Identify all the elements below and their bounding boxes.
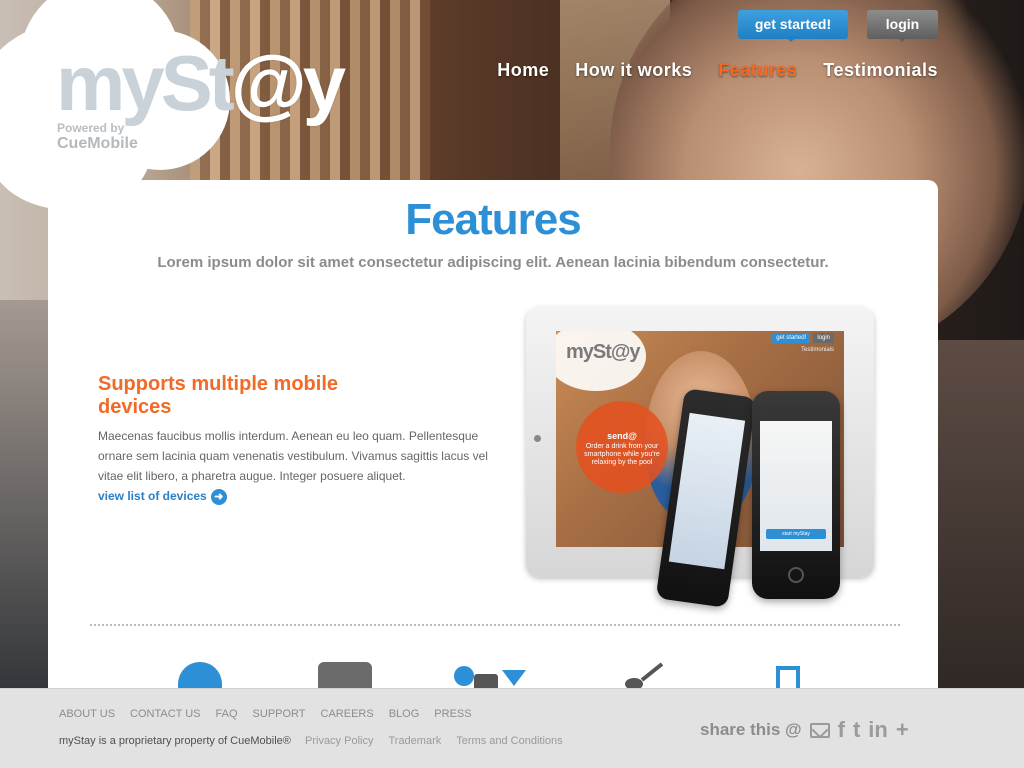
send-title: send@	[607, 431, 637, 441]
company-name: CueMobile	[57, 135, 138, 152]
android-phone-screen	[668, 412, 746, 570]
get-started-button[interactable]: get started!	[738, 10, 848, 42]
background-right-shadow	[934, 340, 1024, 700]
footer-link-press[interactable]: PRESS	[434, 708, 471, 720]
iphone-home-button	[788, 567, 804, 583]
tablet-screen-logo: mySt@y	[566, 341, 641, 363]
share-bar: share this @ f t in +	[700, 719, 909, 741]
feature-description: Maecenas faucibus mollis interdum. Aenea…	[98, 429, 488, 483]
section-divider	[90, 624, 900, 626]
terms-link[interactable]: Terms and Conditions	[456, 735, 562, 747]
footer-link-faq[interactable]: FAQ	[216, 708, 238, 720]
login-button[interactable]: login	[867, 10, 938, 42]
view-devices-label: view list of devices	[98, 489, 207, 504]
tablet-screen-login: login	[813, 333, 834, 343]
footer-link-about[interactable]: ABOUT US	[59, 708, 115, 720]
tablet-screen-get-started: get started!	[772, 333, 811, 343]
iphone-image: start myStay	[752, 391, 840, 599]
feature-heading: Supports multiple mobile devices	[98, 373, 339, 418]
nav-item-home[interactable]: Home	[497, 60, 549, 81]
facebook-icon[interactable]: f	[838, 719, 845, 741]
mail-icon[interactable]	[809, 722, 830, 738]
tablet-home-button	[534, 435, 541, 442]
nav-item-how-it-works[interactable]: How it works	[575, 60, 692, 81]
footer-link-support[interactable]: SUPPORT	[253, 708, 306, 720]
nav-item-features[interactable]: Features	[718, 60, 797, 81]
iphone-start-button: start myStay	[766, 529, 826, 539]
footer-nav: ABOUT US CONTACT US FAQ SUPPORT CAREERS …	[59, 708, 472, 720]
tablet-screen-nav: Testimonials	[800, 347, 834, 353]
page-subtitle: Lorem ipsum dolor sit amet consectetur a…	[157, 254, 829, 271]
footer-link-blog[interactable]: BLOG	[389, 708, 420, 720]
powered-by-label: Powered by	[57, 121, 125, 135]
trademark-link[interactable]: Trademark	[388, 735, 441, 747]
page-title: Features	[405, 195, 581, 244]
view-devices-link[interactable]: view list of devices ➜	[98, 489, 227, 505]
logo-wordmark: mySt@y	[56, 39, 346, 127]
privacy-policy-link[interactable]: Privacy Policy	[305, 735, 373, 747]
content-panel: Features Lorem ipsum dolor sit amet cons…	[48, 180, 938, 702]
plus-icon[interactable]: +	[896, 719, 909, 741]
tablet-send-promo: send@ Order a drink from your smartphone…	[576, 401, 668, 493]
send-text: Order a drink from your smartphone while…	[584, 443, 660, 466]
footer: ABOUT US CONTACT US FAQ SUPPORT CAREERS …	[0, 688, 1024, 768]
tablet-screen-buttons: get started! login	[769, 333, 834, 343]
footer-link-careers[interactable]: CAREERS	[321, 708, 374, 720]
twitter-icon[interactable]: t	[853, 719, 860, 741]
copyright-text: myStay is a proprietary property of CueM…	[59, 735, 291, 747]
main-nav: Home How it works Features Testimonials	[497, 60, 938, 81]
share-label: share this @	[700, 720, 802, 739]
legal-links: Privacy Policy Trademark Terms and Condi…	[305, 735, 563, 747]
footer-link-contact[interactable]: CONTACT US	[130, 708, 201, 720]
iphone-screen: start myStay	[760, 421, 832, 551]
arrow-right-icon: ➜	[210, 489, 227, 505]
nav-item-testimonials[interactable]: Testimonials	[823, 60, 938, 81]
linkedin-icon[interactable]: in	[868, 719, 888, 741]
